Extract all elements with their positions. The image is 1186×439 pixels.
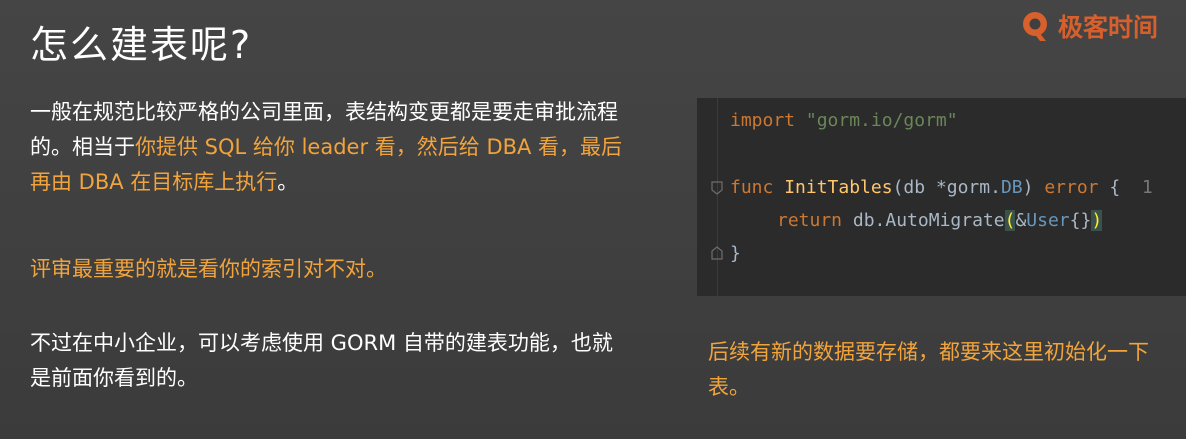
- fold-open-icon[interactable]: [711, 181, 723, 195]
- code-call: db.AutoMigrate: [852, 210, 1005, 231]
- logo-text: 极客时间: [1058, 13, 1159, 42]
- code-snippet: import "gorm.io/gorm" func InitTables(db…: [697, 98, 1186, 296]
- paragraph-small-company: 不过在中小企业，可以考虑使用 GORM 自带的建表功能，也就是前面你看到的。: [30, 331, 613, 390]
- code-paren-close: ): [1091, 210, 1103, 231]
- side-note: 后续有新的数据要存储，都要来这里初始化一下表。: [708, 340, 1149, 399]
- code-line-close: }: [730, 239, 741, 269]
- code-amp: &: [1015, 210, 1027, 231]
- code-usage-hint: 1: [1141, 177, 1153, 198]
- code-paren-open: (: [1004, 210, 1016, 231]
- code-brace: }: [730, 243, 741, 264]
- code-keyword: return: [777, 210, 843, 231]
- paragraph-review-process: 一般在规范比较严格的公司里面，表结构变更都是要走审批流程的。相当于你提供 SQL…: [30, 95, 630, 200]
- code-paren: ): [1022, 177, 1034, 198]
- code-brace: {: [1109, 177, 1121, 198]
- code-return-type: error: [1044, 177, 1099, 198]
- code-gutter: [717, 98, 718, 296]
- code-function-name: InitTables: [784, 177, 893, 198]
- paragraph1-part3: 。: [277, 170, 299, 194]
- slide-title: 怎么建表呢?: [30, 23, 253, 67]
- geektime-logo-icon: [1023, 12, 1047, 41]
- fold-close-icon[interactable]: [711, 246, 723, 260]
- code-type: DB: [1000, 177, 1023, 198]
- code-type: User: [1026, 210, 1070, 231]
- code-keyword: import: [730, 110, 796, 131]
- code-struct-braces: {}: [1069, 210, 1092, 231]
- code-string: "gorm.io/gorm": [805, 110, 958, 131]
- code-params: (db *gorm.: [892, 177, 1001, 198]
- brand-logo: 极客时间: [1018, 8, 1158, 44]
- code-line-import: import "gorm.io/gorm": [730, 106, 958, 136]
- code-line-return: return db.AutoMigrate(&User{}): [777, 206, 1103, 236]
- code-keyword: func: [730, 177, 774, 198]
- code-line-func: func InitTables(db *gorm.DB) error { 1: [730, 173, 1153, 203]
- paragraph-index-review: 评审最重要的就是看你的索引对不对。: [30, 257, 387, 281]
- slide: 怎么建表呢? 极客时间 一般在规范比较严格的公司里面，表结构变更都是要走审批流程…: [0, 0, 1186, 439]
